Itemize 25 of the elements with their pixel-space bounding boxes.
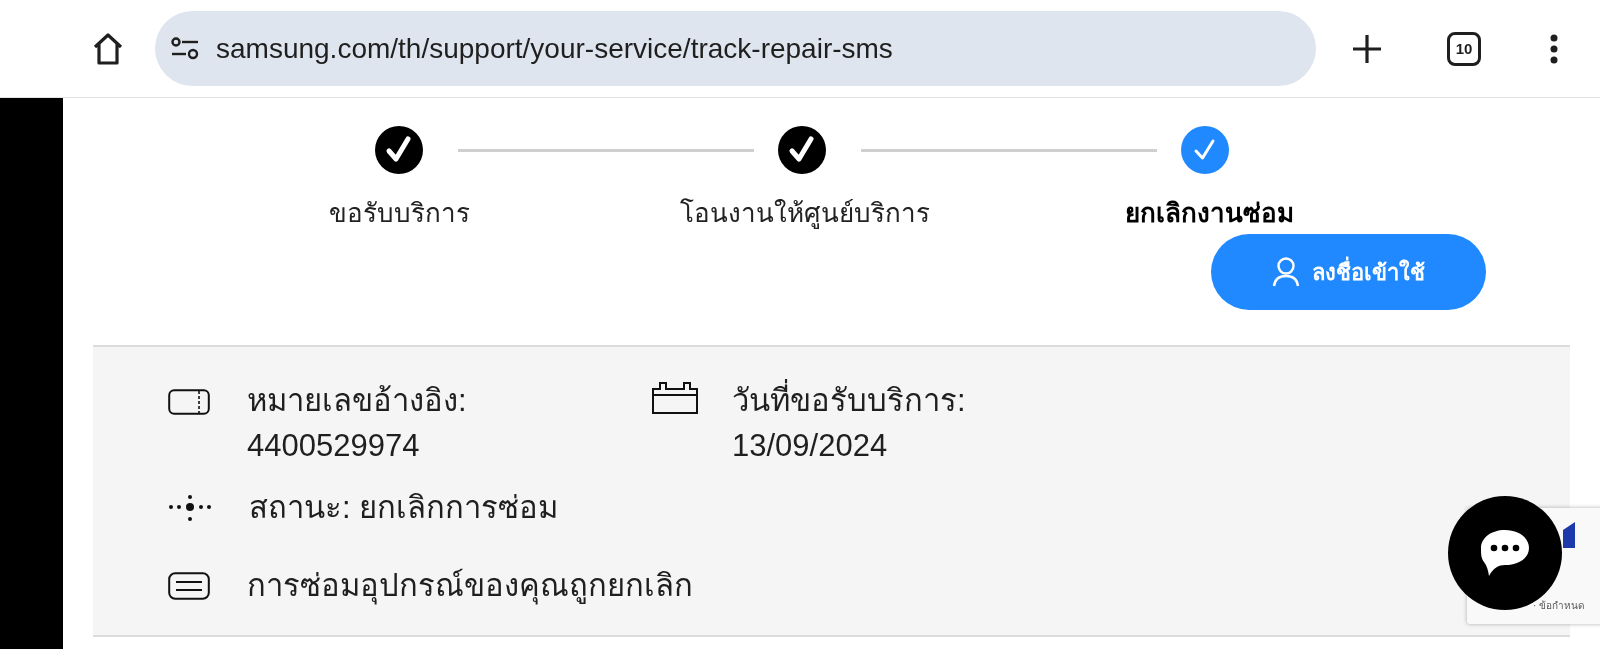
address-bar[interactable]: samsung.com/th/support/your-service/track-repair-sms: [155, 11, 1316, 86]
step-label: ขอรับบริการ: [329, 197, 470, 230]
new-tab-button[interactable]: [1351, 32, 1383, 65]
person-icon: [1272, 257, 1300, 287]
ticket-icon: [168, 389, 210, 415]
field-value: 4400529974: [247, 427, 421, 465]
more-button[interactable]: [1549, 32, 1559, 65]
message-text: การซ่อมอุปกรณ์ของคุณถูกยกเลิก: [247, 567, 693, 607]
step-label: โอนงานให้ศูนย์บริการ: [679, 197, 930, 231]
chat-bubble-icon: [1479, 528, 1531, 578]
tab-switcher-button[interactable]: 10: [1447, 31, 1481, 66]
step-label: ยกเลิกงานซ่อม: [1125, 197, 1294, 230]
terms-link[interactable]: · ข้อกำหนด: [1533, 598, 1585, 613]
field-value: 13/09/2024: [732, 427, 889, 465]
field-label: วันที่ขอรับบริการ:: [732, 378, 966, 423]
site-settings-icon[interactable]: [171, 36, 199, 61]
plus-icon: [1352, 33, 1382, 64]
status-text: สถานะ: ยกเลิกการซ่อม: [249, 489, 559, 527]
field-label: หมายเลขอ้างอิง:: [247, 382, 467, 420]
more-icon: [1550, 33, 1558, 64]
home-icon: [91, 31, 125, 66]
dots-icon: [168, 493, 212, 522]
calendar-icon: [652, 382, 698, 414]
message-icon: [168, 571, 210, 600]
url-text[interactable]: samsung.com/th/support/your-service/track-repair-sms: [216, 32, 893, 65]
